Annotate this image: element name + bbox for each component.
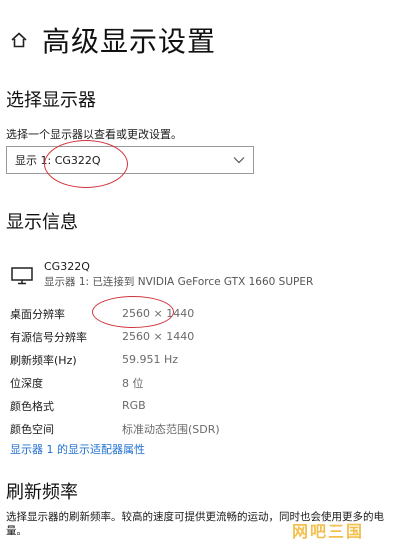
page-header: 高级显示设置 — [6, 20, 216, 60]
info-label: 桌面分辨率 — [10, 307, 65, 321]
refresh-rate-heading: 刷新频率 — [6, 482, 78, 503]
select-display-description: 选择一个显示器以查看或更改设置。 — [6, 128, 182, 141]
info-label: 刷新频率(Hz) — [10, 353, 77, 367]
monitor-summary: CG322Q 显示器 1: 已连接到 NVIDIA GeForce GTX 16… — [10, 260, 390, 290]
info-label: 有源信号分辨率 — [10, 330, 87, 344]
info-row-color-format: 颜色格式 RGB — [10, 394, 370, 417]
select-display-heading: 选择显示器 — [6, 90, 96, 111]
info-value: 8 位 — [122, 376, 144, 390]
display-info-heading: 显示信息 — [6, 212, 78, 233]
info-label: 位深度 — [10, 376, 43, 390]
monitor-connection: 显示器 1: 已连接到 NVIDIA GeForce GTX 1660 SUPE… — [44, 276, 314, 288]
info-row-color-space: 颜色空间 标准动态范围(SDR) — [10, 417, 370, 440]
page-title: 高级显示设置 — [42, 25, 217, 58]
chevron-down-icon — [233, 154, 245, 166]
monitor-name: CG322Q — [44, 260, 90, 273]
display-select-value: 显示 1: CG322Q — [15, 154, 101, 167]
info-value: 2560 × 1440 — [122, 330, 195, 343]
monitor-icon — [10, 266, 34, 286]
info-label: 颜色格式 — [10, 399, 54, 413]
display-select-dropdown[interactable]: 显示 1: CG322Q — [6, 146, 254, 174]
info-row-refresh-rate: 刷新频率(Hz) 59.951 Hz — [10, 348, 370, 371]
info-label: 颜色空间 — [10, 422, 54, 436]
info-row-desktop-resolution: 桌面分辨率 2560 × 1440 — [10, 302, 370, 325]
display-info-table: 桌面分辨率 2560 × 1440 有源信号分辨率 2560 × 1440 刷新… — [10, 302, 370, 440]
info-value: 59.951 Hz — [122, 353, 179, 366]
info-value: 标准动态范围(SDR) — [122, 422, 220, 436]
info-value: 2560 × 1440 — [122, 307, 195, 320]
display-adapter-properties-link[interactable]: 显示器 1 的显示适配器属性 — [10, 441, 145, 457]
home-icon[interactable] — [6, 27, 32, 53]
info-row-bit-depth: 位深度 8 位 — [10, 371, 370, 394]
info-row-active-signal-resolution: 有源信号分辨率 2560 × 1440 — [10, 325, 370, 348]
info-value: RGB — [122, 399, 146, 412]
watermark-logo: 网吧三国 — [291, 522, 364, 541]
